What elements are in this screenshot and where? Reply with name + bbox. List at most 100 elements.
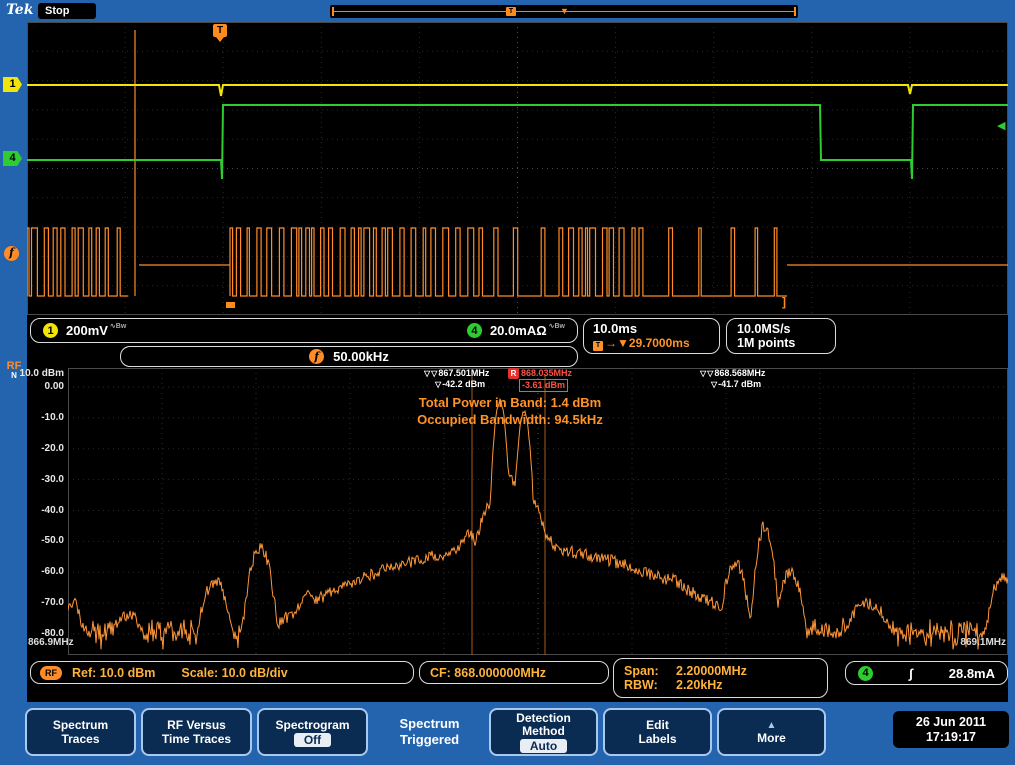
- total-power-in-band: Total Power in Band: 1.4 dBm: [320, 394, 700, 411]
- y-axis-label: -40.0: [0, 505, 64, 516]
- rf-settings-readout-box: RF Ref: 10.0 dBm Scale: 10.0 dB/div: [30, 661, 414, 684]
- ch1-readout-badge: 1: [43, 323, 58, 338]
- oscilloscope-screen: Tek Stop T ▼ 1 4 f T ] ◀ 1 200mV ∿Bw 4 2…: [0, 0, 1015, 765]
- rf-readout-badge: RF: [40, 666, 62, 680]
- record-right-bracket: [794, 7, 796, 16]
- chevron-up-icon: ▲: [767, 720, 777, 731]
- start-frequency-label: 866.9MHz: [28, 637, 74, 648]
- menu-button-label: Spectrum: [53, 718, 108, 732]
- marker-icon: ▽: [424, 369, 430, 378]
- delay-trigger-icon: T: [593, 341, 603, 351]
- ch4-edge-marker-icon: ◀: [997, 119, 1005, 132]
- menu-title-spectrum-triggered[interactable]: Spectrum Triggered: [371, 712, 488, 752]
- y-axis-label: -70.0: [0, 597, 64, 608]
- marker-icon: ▽: [431, 369, 437, 378]
- ref-level-label: 10.0 dBm: [0, 368, 64, 379]
- trigger-position-icon: ▼: [560, 6, 569, 17]
- marker-icon: ▽: [707, 369, 713, 378]
- menu-button-label: Labels: [638, 732, 676, 746]
- rbw-label: RBW:: [624, 678, 676, 692]
- datetime-box: 26 Jun 2011 17:19:17: [893, 711, 1009, 748]
- ch1-coupling: ∿Bw: [110, 322, 126, 330]
- ch4-badge: 4: [3, 151, 22, 166]
- trigger-flag-stem: [216, 37, 224, 42]
- horizontal-readout-box: 10.0ms T→▼29.7000ms: [583, 318, 720, 354]
- acquisition-status: Stop: [38, 3, 96, 19]
- marker-amplitude: -42.2 dBm: [442, 379, 485, 389]
- y-axis-label: -30.0: [0, 474, 64, 485]
- menu-title-label: Spectrum: [400, 716, 460, 732]
- marker-icon: ▽: [711, 380, 717, 389]
- rf-freq-badge: f: [309, 349, 324, 364]
- trigger-level: 28.8mA: [949, 666, 995, 681]
- menu-title-label: Triggered: [400, 732, 459, 748]
- menu-button-label: Traces: [61, 732, 99, 746]
- menu-button-state: Off: [294, 733, 331, 747]
- span-label: Span:: [624, 664, 676, 678]
- band-measurements: Total Power in Band: 1.4 dBm Occupied Ba…: [320, 394, 700, 428]
- menu-button-label: Detection: [516, 712, 571, 725]
- record-left-bracket: [332, 7, 334, 16]
- trigger-level-marker: [226, 302, 235, 308]
- menu-button-spectrogram[interactable]: Spectrogram Off: [257, 708, 368, 756]
- menu-button-state: Auto: [520, 739, 567, 753]
- trigger-source-badge: 4: [858, 666, 873, 681]
- record-length: 1M points: [737, 336, 795, 350]
- time-label: 17:19:17: [926, 730, 976, 745]
- y-axis-label: -50.0: [0, 535, 64, 546]
- menu-button-detection-method[interactable]: Detection Method Auto: [489, 708, 598, 756]
- record-trigger-icon: T: [506, 7, 516, 16]
- ch4-readout-badge: 4: [467, 323, 482, 338]
- ch4-coupling: ∿Bw: [549, 322, 565, 330]
- y-axis-label: 0.00: [0, 381, 64, 392]
- acquisition-readout-box: 10.0MS/s 1M points: [726, 318, 836, 354]
- trigger-flag: T: [213, 24, 227, 37]
- span-value: 2.20000MHz: [676, 664, 747, 678]
- rf-freq-scale: 50.00kHz: [333, 349, 389, 364]
- menu-button-label: Spectrogram: [275, 718, 349, 732]
- horizontal-delay: 29.7000ms: [629, 336, 690, 350]
- span-rbw-readout-box: Span:2.20000MHz RBW:2.20kHz: [613, 658, 828, 698]
- reference-marker-icon: R: [508, 368, 519, 379]
- trigger-slope-icon: ∫: [909, 666, 913, 681]
- menu-button-label: RF Versus: [167, 718, 226, 732]
- channel-readout-box: 1 200mV ∿Bw 4 20.0mAΩ ∿Bw: [30, 318, 578, 343]
- rf-freq-readout-box: f 50.00kHz: [120, 346, 578, 367]
- sample-rate: 10.0MS/s: [737, 322, 791, 336]
- marker-frequency: 868.568MHz: [714, 368, 765, 378]
- time-domain-graticule: [27, 22, 1008, 315]
- burst-end-bracket: ]: [782, 295, 786, 309]
- marker-amplitude: -41.7 dBm: [718, 379, 761, 389]
- center-frequency-readout-box: CF: 868.000000MHz: [419, 661, 609, 684]
- trigger-readout-box: 4 ∫ 28.8mA: [845, 661, 1008, 685]
- y-axis-label: -20.0: [0, 443, 64, 454]
- marker-frequency: 868.035MHz: [521, 368, 572, 378]
- record-view-bar: T ▼: [330, 5, 798, 18]
- menu-button-spectrum-traces[interactable]: Spectrum Traces: [25, 708, 136, 756]
- peak-marker-readout: ▽▽868.568MHz ▽-41.7 dBm: [700, 368, 765, 390]
- rf-time-badge: f: [4, 246, 19, 261]
- horizontal-scale: 10.0ms: [593, 321, 637, 336]
- menu-button-rf-versus-time[interactable]: RF Versus Time Traces: [141, 708, 252, 756]
- delay-arrow-icon: →▼: [605, 336, 629, 350]
- ch4-scale: 20.0mAΩ: [490, 323, 547, 338]
- reference-marker-readout: R868.035MHz -3.61 dBm: [508, 368, 572, 392]
- marker-frequency: 867.501MHz: [438, 368, 489, 378]
- stop-frequency-label: 869.1MHz: [942, 637, 1006, 648]
- y-axis-label: -60.0: [0, 566, 64, 577]
- ch1-scale: 200mV: [66, 323, 108, 338]
- rf-ref-level: Ref: 10.0 dBm: [72, 666, 155, 680]
- menu-button-more[interactable]: ▲ More: [717, 708, 826, 756]
- menu-button-label: Time Traces: [162, 732, 231, 746]
- y-axis-label: -10.0: [0, 412, 64, 423]
- rbw-value: 2.20kHz: [676, 678, 723, 692]
- occupied-bandwidth: Occupied Bandwidth: 94.5kHz: [320, 411, 700, 428]
- marker-icon: ▽: [700, 369, 706, 378]
- menu-button-edit-labels[interactable]: Edit Labels: [603, 708, 712, 756]
- date-label: 26 Jun 2011: [916, 715, 986, 730]
- marker-amplitude: -3.61 dBm: [519, 379, 568, 392]
- center-frequency: CF: 868.000000MHz: [430, 666, 546, 680]
- menu-button-label: Method: [522, 725, 565, 738]
- tek-logo: Tek: [6, 2, 33, 18]
- rf-scale: Scale: 10.0 dB/div: [181, 666, 287, 680]
